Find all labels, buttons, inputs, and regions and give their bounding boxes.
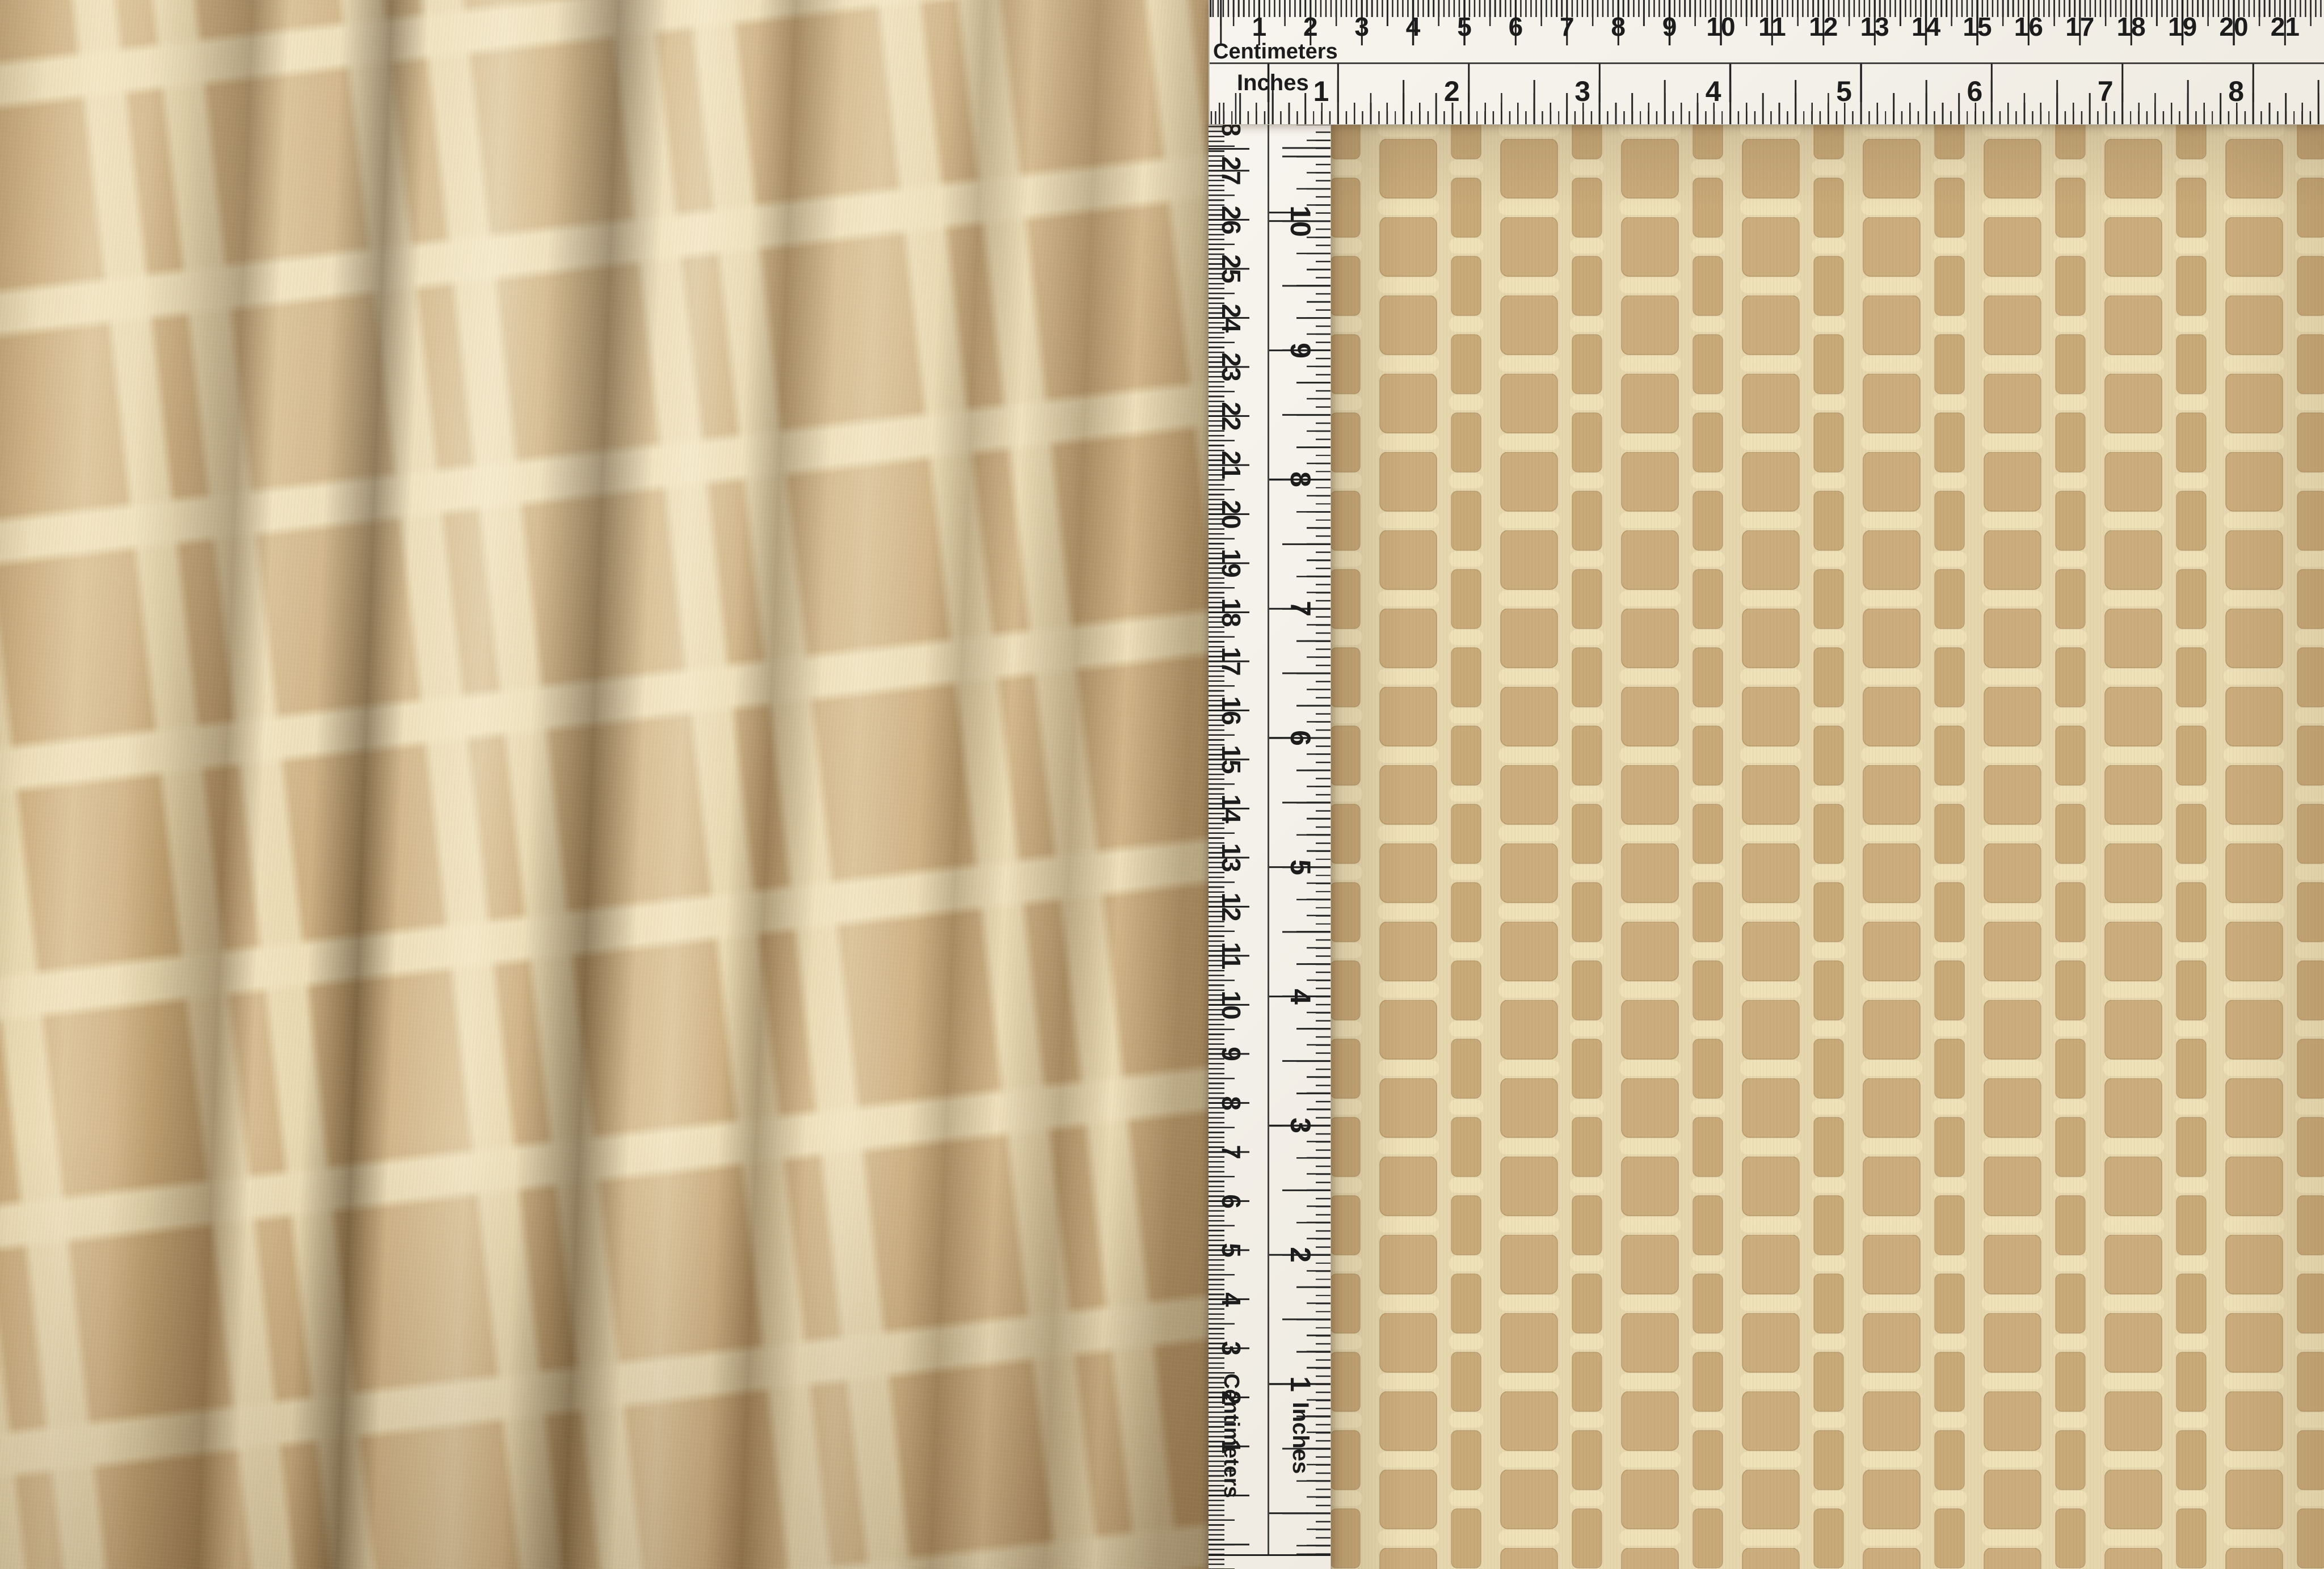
vertical-cm-number: 25 — [1218, 254, 1244, 283]
vertical-cm-number: 17 — [1218, 647, 1244, 676]
vertical-cm-number: 11 — [1218, 942, 1244, 970]
horizontal-cm-number: 8 — [1611, 14, 1626, 40]
horizontal-cm-number: 19 — [2168, 14, 2197, 40]
vertical-cm-number: 7 — [1218, 1145, 1244, 1159]
knit-grain-texture — [0, 0, 1209, 1569]
vertical-cm-number: 13 — [1218, 843, 1244, 872]
horizontal-cm-number: 6 — [1509, 14, 1523, 40]
horizontal-cm-number: 7 — [1560, 14, 1574, 40]
vertical-inches-label: Inches — [1289, 1402, 1312, 1474]
vertical-cm-number: 8 — [1218, 1096, 1244, 1111]
horizontal-inch-number: 2 — [1444, 77, 1460, 106]
draped-fabric-panel — [0, 0, 1209, 1569]
horizontal-cm-number: 12 — [1809, 14, 1838, 40]
vertical-centimeters-label: Centimeters — [1220, 1373, 1242, 1498]
vertical-cm-number: 26 — [1218, 205, 1244, 234]
horizontal-inch-number: 8 — [2228, 77, 2244, 106]
horizontal-cm-number: 13 — [1860, 14, 1889, 40]
vertical-inch-number: 3 — [1286, 1117, 1315, 1133]
horizontal-cm-number: 4 — [1406, 14, 1421, 40]
horizontal-cm-number: 10 — [1706, 14, 1735, 40]
horizontal-cm-number: 11 — [1758, 14, 1786, 40]
horizontal-sixteenth-inch-ticks — [1210, 111, 2324, 124]
horizontal-ruler: Centimeters Inches 123456789101112131415… — [1209, 0, 2324, 125]
vertical-cm-number: 21 — [1218, 450, 1244, 479]
vertical-inch-number: 8 — [1286, 471, 1315, 487]
vertical-cm-number: 5 — [1218, 1243, 1244, 1258]
vertical-inch-number: 5 — [1286, 859, 1315, 875]
vertical-cm-number: 14 — [1218, 794, 1244, 823]
horizontal-cm-number: 16 — [2014, 14, 2043, 40]
vertical-cm-number: 12 — [1218, 892, 1244, 921]
horizontal-inch-number: 6 — [1967, 77, 1982, 106]
vertical-inch-number: 9 — [1286, 343, 1315, 358]
horizontal-cm-number: 18 — [2117, 14, 2146, 40]
vertical-cm-number: 20 — [1218, 500, 1244, 529]
horizontal-inches-label: Inches — [1237, 71, 1309, 94]
vertical-inch-number: 10 — [1286, 205, 1315, 237]
vertical-cm-number: 22 — [1218, 402, 1244, 431]
vertical-inch-number: 4 — [1286, 989, 1315, 1005]
horizontal-centimeters-label: Centimeters — [1213, 41, 1338, 62]
vertical-cm-number: 28 — [1218, 124, 1244, 136]
vertical-cm-number: 4 — [1218, 1292, 1244, 1307]
vertical-sixteenth-inch-ticks — [1316, 124, 1331, 1554]
horizontal-cm-number: 20 — [2219, 14, 2248, 40]
horizontal-inch-number: 5 — [1836, 77, 1852, 106]
vertical-cm-number: 6 — [1218, 1194, 1244, 1209]
horizontal-cm-number: 17 — [2065, 14, 2094, 40]
vertical-cm-number: 18 — [1218, 598, 1244, 627]
horizontal-cm-number: 5 — [1457, 14, 1472, 40]
vertical-inch-number: 7 — [1286, 601, 1315, 617]
horizontal-cm-number: 9 — [1662, 14, 1677, 40]
vertical-cm-number: 15 — [1218, 745, 1244, 774]
vertical-cm-number: 9 — [1218, 1047, 1244, 1061]
horizontal-cm-number: 21 — [2271, 14, 2300, 40]
horizontal-cm-number: 15 — [1963, 14, 1992, 40]
horizontal-cm-number: 1 — [1252, 14, 1267, 40]
horizontal-inch-number: 3 — [1574, 77, 1590, 106]
vertical-ruler-end-line — [1209, 1554, 1331, 1556]
flat-fabric-panel — [1331, 124, 2324, 1569]
swatch-shading — [1331, 124, 2324, 1569]
vertical-cm-number: 19 — [1218, 549, 1244, 577]
horizontal-inch-number: 1 — [1313, 77, 1329, 106]
horizontal-inch-number: 7 — [2098, 77, 2114, 106]
fabric-with-rulers-photo: 1234567891011121314151617181920212223242… — [0, 0, 2324, 1569]
vertical-cm-number: 23 — [1218, 352, 1244, 381]
vertical-ruler: 1234567891011121314151617181920212223242… — [1209, 124, 1331, 1569]
vertical-inch-number: 1 — [1286, 1376, 1315, 1392]
vertical-inch-number: 6 — [1286, 730, 1315, 746]
vertical-cm-number: 27 — [1218, 156, 1244, 185]
vertical-cm-number: 3 — [1218, 1341, 1244, 1356]
horizontal-cm-number: 14 — [1912, 14, 1940, 40]
horizontal-inch-number: 4 — [1706, 77, 1721, 106]
vertical-cm-number: 16 — [1218, 696, 1244, 725]
vertical-inch-number: 2 — [1286, 1247, 1315, 1263]
horizontal-cm-number: 2 — [1303, 14, 1318, 40]
horizontal-cm-number: 3 — [1354, 14, 1369, 40]
vertical-cm-number: 24 — [1218, 303, 1244, 332]
vertical-cm-number: 10 — [1218, 990, 1244, 1019]
